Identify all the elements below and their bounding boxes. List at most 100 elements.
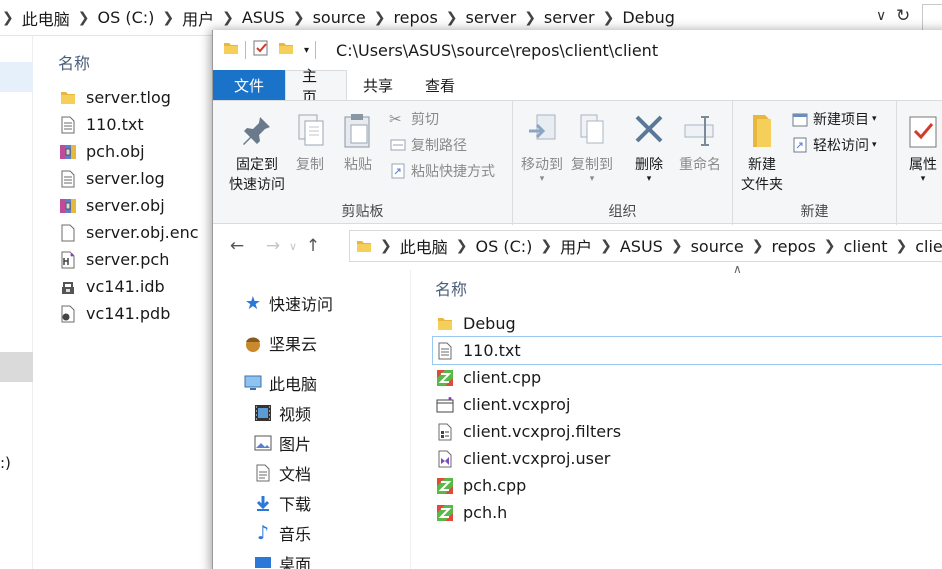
folder-icon	[356, 238, 372, 254]
move-to-button[interactable]: 移动到 ▾	[517, 111, 567, 184]
list-item[interactable]: server.pch	[58, 246, 199, 273]
list-item[interactable]: pch.obj	[58, 138, 199, 165]
customize-dropdown-icon[interactable]: ▾	[304, 45, 309, 56]
toolbar-separator	[245, 41, 246, 59]
rename-icon	[684, 116, 714, 146]
list-item[interactable]: pch.cpp	[435, 472, 942, 499]
chevron-down-icon[interactable]: ∨	[876, 8, 886, 24]
copy-to-button[interactable]: 复制到 ▾	[567, 111, 617, 184]
file-name: client.vcxproj	[463, 395, 571, 414]
search-box-edge[interactable]	[922, 4, 942, 32]
document-icon	[253, 463, 273, 483]
tree-item-downloads[interactable]: 下载	[253, 490, 311, 516]
properties-button[interactable]: 属性 ▾	[901, 111, 942, 184]
organize-group-label: 组织	[608, 204, 637, 220]
foreground-explorer-window: ▾ C:\Users\ASUS\source\repos\client\clie…	[212, 30, 942, 569]
bg-nav-hover-item[interactable]	[0, 352, 33, 382]
bg-crumb-server[interactable]: server	[460, 8, 523, 27]
breadcrumb-sep: ❯	[823, 238, 836, 254]
pin-to-quick-access-button[interactable]: 固定到 快速访问	[221, 111, 293, 195]
crumb-client-2[interactable]: client	[909, 237, 942, 256]
tree-item-videos[interactable]: 视频	[253, 400, 311, 426]
address-bar[interactable]: ❯ 此电脑 ❯ OS (C:) ❯ 用户 ❯ ASUS ❯ source ❯ r…	[349, 230, 942, 262]
list-item[interactable]: server.obj	[58, 192, 199, 219]
bg-crumb-this-pc[interactable]: 此电脑	[16, 6, 76, 30]
list-item[interactable]: 110.txt	[432, 336, 942, 365]
new-group-label: 新建	[800, 204, 829, 220]
list-item[interactable]: server.tlog	[58, 84, 199, 111]
bg-breadcrumb-sep: ❯	[222, 9, 234, 26]
background-navigation-pane: :)	[0, 36, 33, 569]
bg-nav-selected-item[interactable]	[0, 62, 33, 92]
list-item[interactable]: server.log	[58, 165, 199, 192]
tree-item-documents[interactable]: 文档	[253, 460, 311, 486]
tree-item-quick-access[interactable]: ★ 快速访问	[243, 290, 333, 316]
crumb-client[interactable]: client	[838, 237, 894, 256]
archive-icon	[58, 196, 78, 216]
bg-crumb-debug[interactable]: Debug	[616, 8, 681, 27]
copy-button[interactable]: 复制	[289, 111, 331, 175]
archive-icon	[58, 142, 78, 162]
tree-item-music[interactable]: ♪ 音乐	[253, 520, 311, 546]
easy-access-button[interactable]: 轻松访问 ▾	[791, 133, 877, 157]
tab-home[interactable]: 主页	[285, 67, 347, 106]
list-item[interactable]: server.obj.enc	[58, 219, 199, 246]
tab-view[interactable]: 查看	[409, 70, 471, 100]
list-item[interactable]: vc141.pdb	[58, 300, 199, 327]
star-icon: ★	[244, 292, 262, 314]
list-item[interactable]: client.vcxproj	[435, 391, 942, 418]
back-arrow-icon[interactable]: ←	[225, 234, 249, 258]
refresh-icon[interactable]: ↻	[896, 6, 916, 28]
list-item[interactable]: Debug	[435, 310, 942, 337]
crumb-drive[interactable]: OS (C:)	[469, 237, 538, 256]
new-item-button[interactable]: 新建项目 ▾	[791, 107, 877, 131]
new-folder-quick-icon[interactable]	[278, 40, 294, 60]
bg-nav-drive-fragment[interactable]: :)	[0, 454, 11, 472]
paste-shortcut-button[interactable]: 粘贴快捷方式	[389, 159, 495, 183]
pin-label-line1: 固定到	[236, 157, 278, 173]
recent-locations-icon[interactable]: ∨	[285, 234, 301, 258]
properties-check-icon[interactable]	[252, 39, 270, 61]
cut-button[interactable]: ✂ 剪切	[389, 107, 439, 131]
crumb-this-pc[interactable]: 此电脑	[394, 234, 454, 258]
rename-button[interactable]: 重命名	[675, 111, 725, 175]
list-item[interactable]: client.vcxproj.filters	[435, 418, 942, 445]
tab-share[interactable]: 共享	[347, 70, 409, 100]
copy-to-icon	[580, 114, 604, 144]
pdb-file-icon	[58, 304, 78, 324]
list-item[interactable]: vc141.idb	[58, 273, 199, 300]
new-group: 新建 文件夹 新建项目 ▾ 轻松访问 ▾ 新建	[733, 101, 897, 225]
tree-item-jianguoyun[interactable]: 坚果云	[243, 330, 317, 356]
column-header-name[interactable]: 名称	[435, 276, 467, 300]
bg-crumb-drive[interactable]: OS (C:)	[91, 8, 160, 27]
copy-path-button[interactable]: 复制路径	[389, 133, 467, 157]
forward-arrow-icon[interactable]: →	[261, 234, 285, 258]
bg-crumb-repos[interactable]: repos	[387, 8, 443, 27]
tree-item-pictures[interactable]: 图片	[253, 430, 311, 456]
paste-button[interactable]: 粘贴	[337, 111, 379, 175]
pin-icon	[243, 117, 270, 145]
delete-button[interactable]: 删除 ▾	[627, 111, 671, 184]
file-list: Debug 110.txt client.cpp client.vcxproj …	[432, 310, 942, 526]
list-item[interactable]: client.cpp	[435, 364, 942, 391]
bg-crumb-server-2[interactable]: server	[538, 8, 601, 27]
list-item[interactable]: pch.h	[435, 499, 942, 526]
list-item[interactable]: 110.txt	[58, 111, 199, 138]
copy-label: 复制	[296, 157, 324, 173]
list-item[interactable]: client.vcxproj.user	[435, 445, 942, 472]
file-name: client.cpp	[463, 368, 542, 387]
tab-file[interactable]: 文件	[213, 70, 285, 100]
new-folder-button[interactable]: 新建 文件夹	[737, 111, 787, 195]
crumb-repos[interactable]: repos	[765, 237, 821, 256]
bg-crumb-asus[interactable]: ASUS	[236, 8, 291, 27]
tree-item-desktop[interactable]: 桌面	[253, 550, 311, 569]
up-arrow-icon[interactable]: ↑	[301, 234, 325, 258]
crumb-asus[interactable]: ASUS	[614, 237, 669, 256]
crumb-source[interactable]: source	[685, 237, 750, 256]
bg-crumb-source[interactable]: source	[307, 8, 372, 27]
tree-item-this-pc[interactable]: 此电脑	[243, 370, 317, 396]
bg-column-header-name[interactable]: 名称	[58, 50, 90, 74]
bg-crumb-users[interactable]: 用户	[176, 6, 220, 30]
navigation-bar: ← → ∨ ↑ ❯ 此电脑 ❯ OS (C:) ❯ 用户 ❯ ASUS ❯ so…	[213, 226, 942, 266]
crumb-users[interactable]: 用户	[554, 234, 598, 258]
